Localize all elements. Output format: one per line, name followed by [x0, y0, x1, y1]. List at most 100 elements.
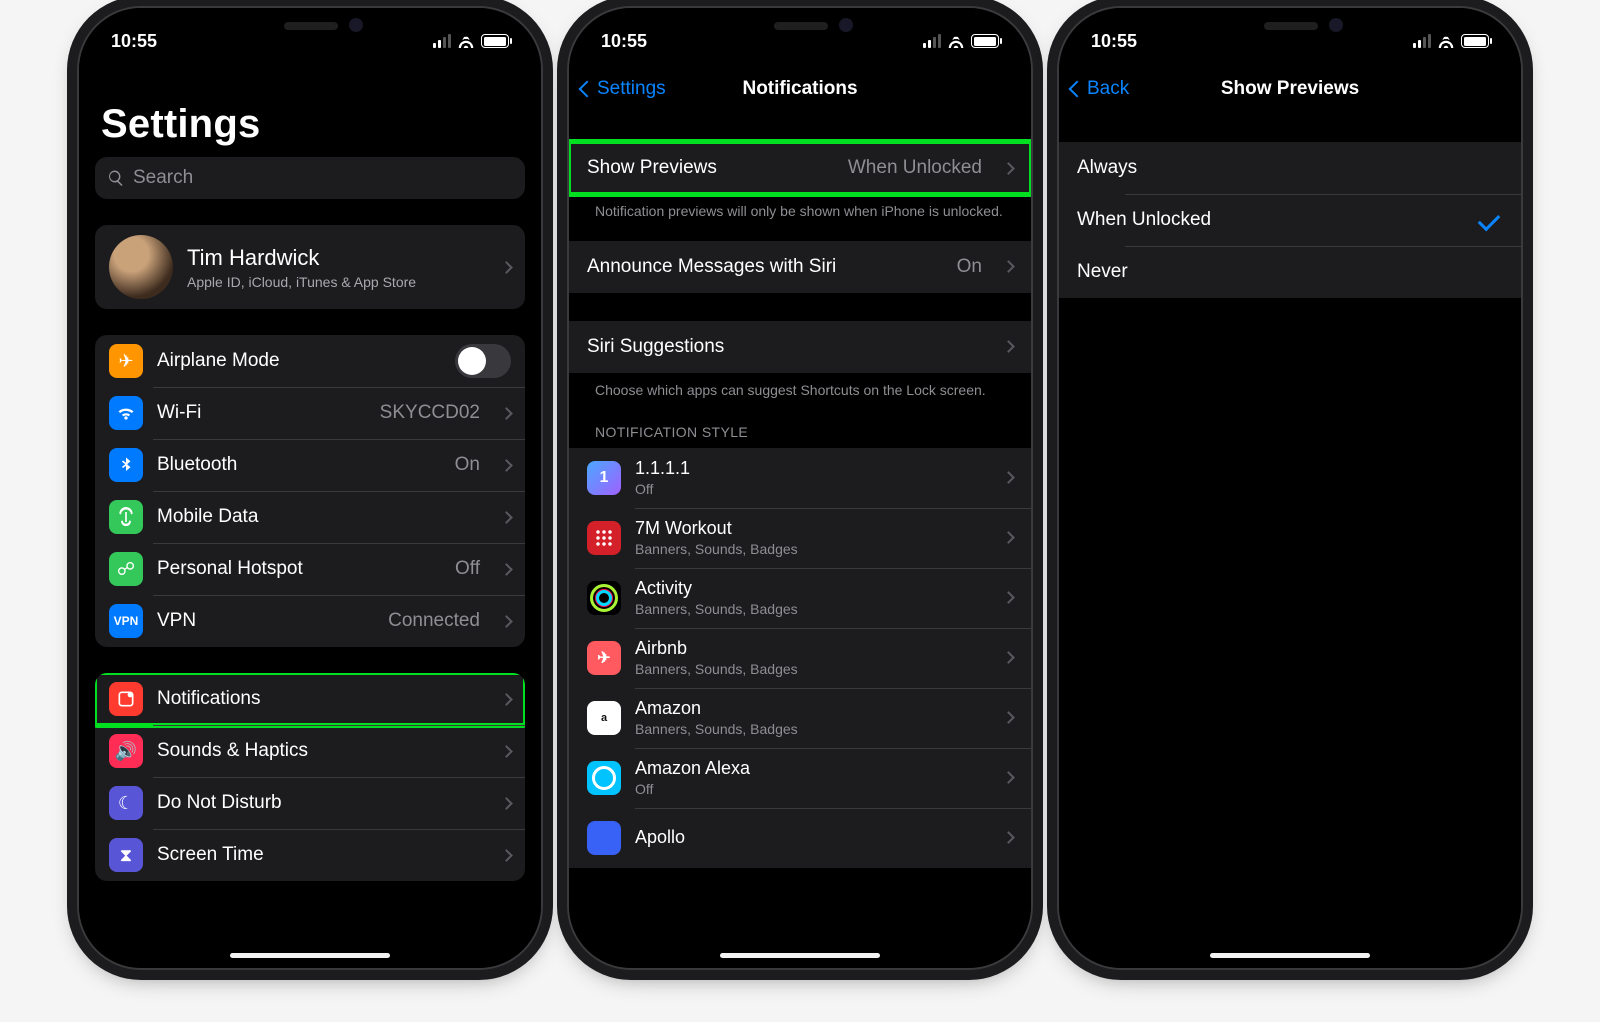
app-row[interactable]: a Amazon Banners, Sounds, Badges — [569, 688, 1031, 748]
chevron-right-icon — [500, 511, 513, 524]
bt-icon — [109, 448, 143, 482]
row-label: Announce Messages with Siri — [587, 256, 943, 278]
row-label: Mobile Data — [157, 506, 480, 528]
row-label: Screen Time — [157, 844, 480, 866]
nav-title: Show Previews — [1221, 78, 1359, 100]
search-input[interactable]: Search — [95, 157, 525, 199]
signal-icon — [433, 34, 451, 48]
notch — [684, 8, 916, 46]
toggle[interactable] — [455, 344, 511, 378]
sound-icon: 🔊 — [109, 734, 143, 768]
settings-row-screen[interactable]: ⧗ Screen Time — [95, 829, 525, 881]
siri-suggestions-row[interactable]: Siri Suggestions — [569, 321, 1031, 373]
home-indicator[interactable] — [230, 953, 390, 958]
row-label: Do Not Disturb — [157, 792, 480, 814]
back-button[interactable]: Settings — [581, 64, 666, 114]
row-value: On — [957, 256, 982, 278]
status-time: 10:55 — [601, 31, 647, 52]
app-name: 1.1.1.1 — [635, 458, 982, 479]
preview-option[interactable]: When Unlocked — [1059, 194, 1521, 246]
back-button[interactable]: Back — [1071, 64, 1129, 114]
status-time: 10:55 — [111, 31, 157, 52]
back-label: Back — [1087, 78, 1129, 100]
row-label: Airplane Mode — [157, 350, 441, 372]
nav-title: Notifications — [742, 78, 857, 100]
app-icon-amazon: a — [587, 701, 621, 735]
chevron-right-icon — [1002, 831, 1015, 844]
row-value: Connected — [388, 610, 480, 632]
chevron-right-icon — [500, 459, 513, 472]
vpn-icon: VPN — [109, 604, 143, 638]
app-detail: Banners, Sounds, Badges — [635, 721, 982, 737]
settings-row-airplane[interactable]: ✈︎ Airplane Mode — [95, 335, 525, 387]
row-label: Sounds & Haptics — [157, 740, 480, 762]
settings-row-dnd[interactable]: ☾Do Not Disturb — [95, 777, 525, 829]
app-icon-airbnb: ✈ — [587, 641, 621, 675]
wifi-icon — [109, 396, 143, 430]
settings-row-notif[interactable]: Notifications — [95, 673, 525, 725]
chevron-right-icon — [500, 849, 513, 862]
app-row[interactable]: Amazon AlexaOff — [569, 748, 1031, 808]
app-detail: Banners, Sounds, Badges — [635, 661, 982, 677]
preview-option[interactable]: Always — [1059, 142, 1521, 194]
row-label: Siri Suggestions — [587, 336, 982, 358]
settings-row-sound[interactable]: 🔊 Sounds & Haptics — [95, 725, 525, 777]
option-label: Never — [1077, 261, 1503, 283]
profile-name: Tim Hardwick — [187, 245, 480, 271]
settings-row-vpn[interactable]: VPNVPNConnected — [95, 595, 525, 647]
hotspot-icon: ☍ — [109, 552, 143, 586]
app-icon-activity — [587, 581, 621, 615]
phone-settings: 10:55 Settings Search Tim Hardwick Apple… — [79, 8, 541, 968]
nav-bar: Back Show Previews — [1059, 64, 1521, 114]
screen-icon: ⧗ — [109, 838, 143, 872]
row-value: When Unlocked — [848, 157, 982, 179]
app-row[interactable]: ✈AirbnbBanners, Sounds, Badges — [569, 628, 1031, 688]
home-indicator[interactable] — [1210, 953, 1370, 958]
profile-desc: Apple ID, iCloud, iTunes & App Store — [187, 274, 480, 290]
app-name: 7M Workout — [635, 518, 982, 539]
app-row[interactable]: 11.1.1.1Off — [569, 448, 1031, 508]
app-row[interactable]: 7M WorkoutBanners, Sounds, Badges — [569, 508, 1031, 568]
app-detail: Off — [635, 781, 982, 797]
apple-id-row[interactable]: Tim Hardwick Apple ID, iCloud, iTunes & … — [95, 225, 525, 309]
settings-row-wifi[interactable]: Wi-Fi SKYCCD02 — [95, 387, 525, 439]
back-label: Settings — [597, 78, 666, 100]
chevron-right-icon — [1002, 771, 1015, 784]
chevron-right-icon — [500, 693, 513, 706]
settings-row-cell[interactable]: Mobile Data — [95, 491, 525, 543]
phone-show-previews: 10:55 Back Show Previews AlwaysWhen Unlo… — [1059, 8, 1521, 968]
chevron-left-icon — [579, 81, 596, 98]
settings-row-hotspot[interactable]: ☍Personal HotspotOff — [95, 543, 525, 595]
show-previews-row[interactable]: Show Previews When Unlocked — [569, 142, 1031, 194]
airplane-icon: ✈︎ — [109, 344, 143, 378]
app-name: Apollo — [635, 827, 982, 848]
search-icon — [107, 169, 125, 187]
row-value: SKYCCD02 — [380, 402, 480, 424]
section-header: Notification Style — [581, 400, 1019, 448]
signal-icon — [923, 34, 941, 48]
chevron-right-icon — [500, 615, 513, 628]
preview-option[interactable]: Never — [1059, 246, 1521, 298]
chevron-right-icon — [1002, 471, 1015, 484]
row-label: Wi-Fi — [157, 402, 366, 424]
announce-siri-row[interactable]: Announce Messages with Siri On — [569, 241, 1031, 293]
chevron-right-icon — [500, 797, 513, 810]
chevron-right-icon — [1002, 711, 1015, 724]
row-label: Bluetooth — [157, 454, 441, 476]
row-label: Personal Hotspot — [157, 558, 441, 580]
chevron-right-icon — [1002, 591, 1015, 604]
chevron-right-icon — [500, 563, 513, 576]
row-label: Notifications — [157, 688, 480, 710]
home-indicator[interactable] — [720, 953, 880, 958]
app-row[interactable]: Apollo — [569, 808, 1031, 868]
siri-note: Choose which apps can suggest Shortcuts … — [581, 373, 1019, 400]
search-placeholder: Search — [133, 167, 193, 189]
settings-row-bt[interactable]: BluetoothOn — [95, 439, 525, 491]
app-row[interactable]: ActivityBanners, Sounds, Badges — [569, 568, 1031, 628]
app-name: Amazon — [635, 698, 982, 719]
row-label: Show Previews — [587, 157, 834, 179]
notch — [194, 8, 426, 46]
battery-icon — [481, 34, 509, 48]
avatar — [109, 235, 173, 299]
chevron-right-icon — [1002, 162, 1015, 175]
